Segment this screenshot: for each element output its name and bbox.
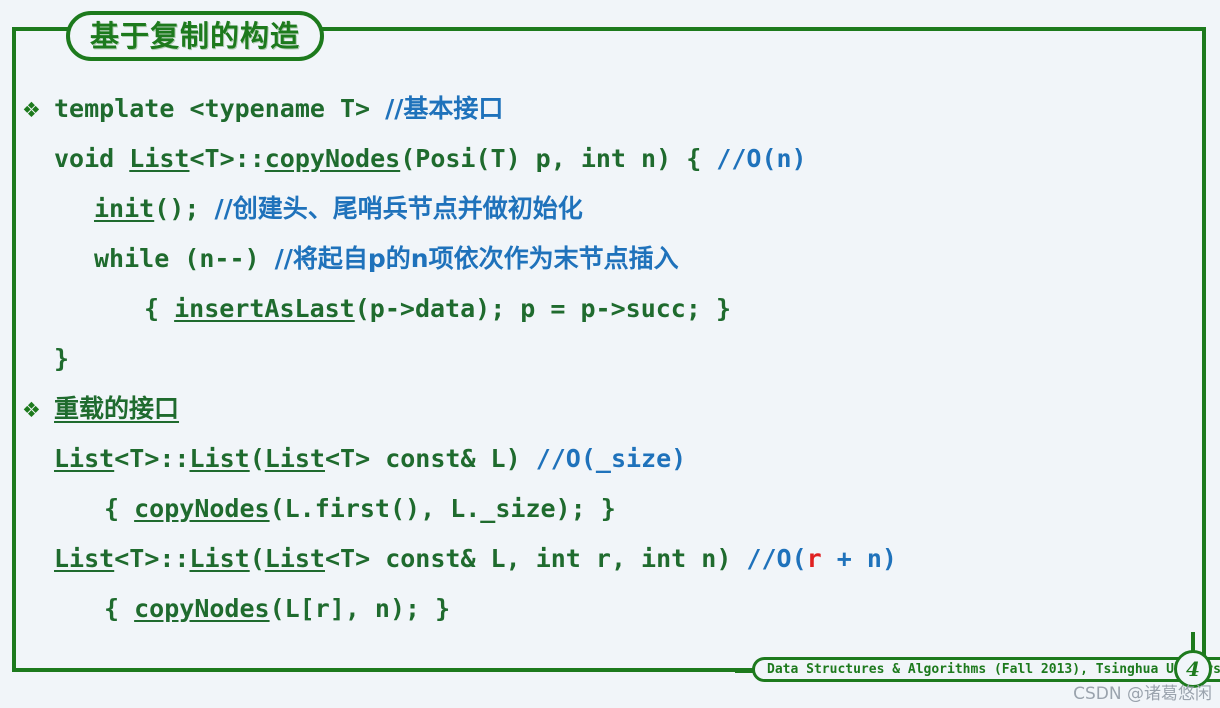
identifier-list: List bbox=[189, 444, 250, 473]
code-line-copynodes-call-2: { copyNodes (L[r], n); } bbox=[14, 584, 1200, 634]
comment-complexity-prefix: //O( bbox=[746, 544, 807, 573]
code-text: ( bbox=[249, 544, 265, 573]
code-line-close-brace: } bbox=[14, 334, 1200, 384]
page-badge-stem bbox=[1191, 632, 1195, 652]
comment-complexity: //O(_size) bbox=[535, 444, 687, 473]
bullet-diamond-icon: ❖ bbox=[22, 398, 41, 422]
code-line-init: init (); //创建头、尾哨兵节点并做初始化 bbox=[14, 184, 1200, 234]
csdn-watermark: CSDN @诸葛悠闲 bbox=[1073, 684, 1212, 704]
scope-operator: <T>:: bbox=[114, 444, 190, 473]
code-line-insertaslast: { insertAsLast (p->data); p = p->succ; } bbox=[14, 284, 1200, 334]
code-text: (); bbox=[154, 194, 215, 223]
scope-operator: <T>:: bbox=[114, 544, 190, 573]
code-text: { bbox=[104, 594, 135, 623]
code-line-copynodes-signature: void List <T>:: copyNodes (Posi(T) p, int n… bbox=[14, 134, 1200, 184]
code-text: ( bbox=[249, 444, 265, 473]
identifier-copynodes: copyNodes bbox=[264, 144, 401, 173]
comment-complexity: //O(n) bbox=[716, 144, 807, 173]
code-text: template <typename T> bbox=[54, 94, 386, 123]
slide-content: ❖ template <typename T> //基本接口 void List… bbox=[14, 84, 1200, 634]
slide-canvas: 基于复制的构造 ❖ template <typename T> //基本接口 v… bbox=[0, 0, 1220, 708]
page-title: 基于复制的构造 bbox=[90, 18, 301, 53]
section-heading: 重载的接口 bbox=[54, 394, 180, 423]
comment-complexity-suffix: + n) bbox=[821, 544, 897, 573]
comment-text: //基本接口 bbox=[385, 94, 504, 123]
comment-text: //创建头、尾哨兵节点并做初始化 bbox=[214, 194, 583, 223]
identifier-list: List bbox=[264, 444, 325, 473]
code-text: (p->data); p = p->succ; } bbox=[354, 294, 732, 323]
footer-course-text: Data Structures & Algorithms (Fall 2013)… bbox=[767, 662, 1220, 677]
identifier-list: List bbox=[54, 544, 115, 573]
bullet-line-overloaded-interface: ❖ 重载的接口 bbox=[14, 384, 1200, 434]
identifier-insertaslast: insertAsLast bbox=[174, 294, 355, 323]
code-text: while (n--) bbox=[94, 244, 275, 273]
code-args: <T> const& L) bbox=[324, 444, 536, 473]
identifier-list: List bbox=[129, 144, 190, 173]
slide-title-badge: 基于复制的构造 bbox=[66, 11, 325, 61]
identifier-list: List bbox=[264, 544, 325, 573]
code-line-copynodes-call-1: { copyNodes (L.first(), L._size); } bbox=[14, 484, 1200, 534]
comment-text: //将起自p的n项依次作为末节点插入 bbox=[274, 244, 679, 273]
page-number: 4 bbox=[1186, 657, 1200, 681]
code-text: (L[r], n); } bbox=[269, 594, 451, 623]
identifier-list: List bbox=[189, 544, 250, 573]
code-text: (L.first(), L._size); } bbox=[269, 494, 616, 523]
identifier-copynodes: copyNodes bbox=[134, 494, 270, 523]
code-line-range-constructor: List <T>:: List(List <T> const& L, int r, i… bbox=[14, 534, 1200, 584]
code-text: { bbox=[144, 294, 175, 323]
identifier-init: init bbox=[94, 194, 155, 223]
code-line-while: while (n--) //将起自p的n项依次作为末节点插入 bbox=[14, 234, 1200, 284]
bullet-diamond-icon: ❖ bbox=[22, 98, 41, 122]
comment-complexity-variable-r: r bbox=[806, 544, 822, 573]
identifier-copynodes: copyNodes bbox=[134, 594, 270, 623]
code-text: } bbox=[54, 344, 70, 373]
code-text: { bbox=[104, 494, 135, 523]
code-args: (Posi(T) p, int n) { bbox=[400, 144, 717, 173]
identifier-list: List bbox=[54, 444, 115, 473]
code-line-template: ❖ template <typename T> //基本接口 bbox=[14, 84, 1200, 134]
scope-operator: <T>:: bbox=[189, 144, 265, 173]
code-line-copy-constructor: List <T>:: List(List <T> const& L) //O(_siz… bbox=[14, 434, 1200, 484]
keyword-void: void bbox=[54, 144, 130, 173]
code-args: <T> const& L, int r, int n) bbox=[324, 544, 747, 573]
